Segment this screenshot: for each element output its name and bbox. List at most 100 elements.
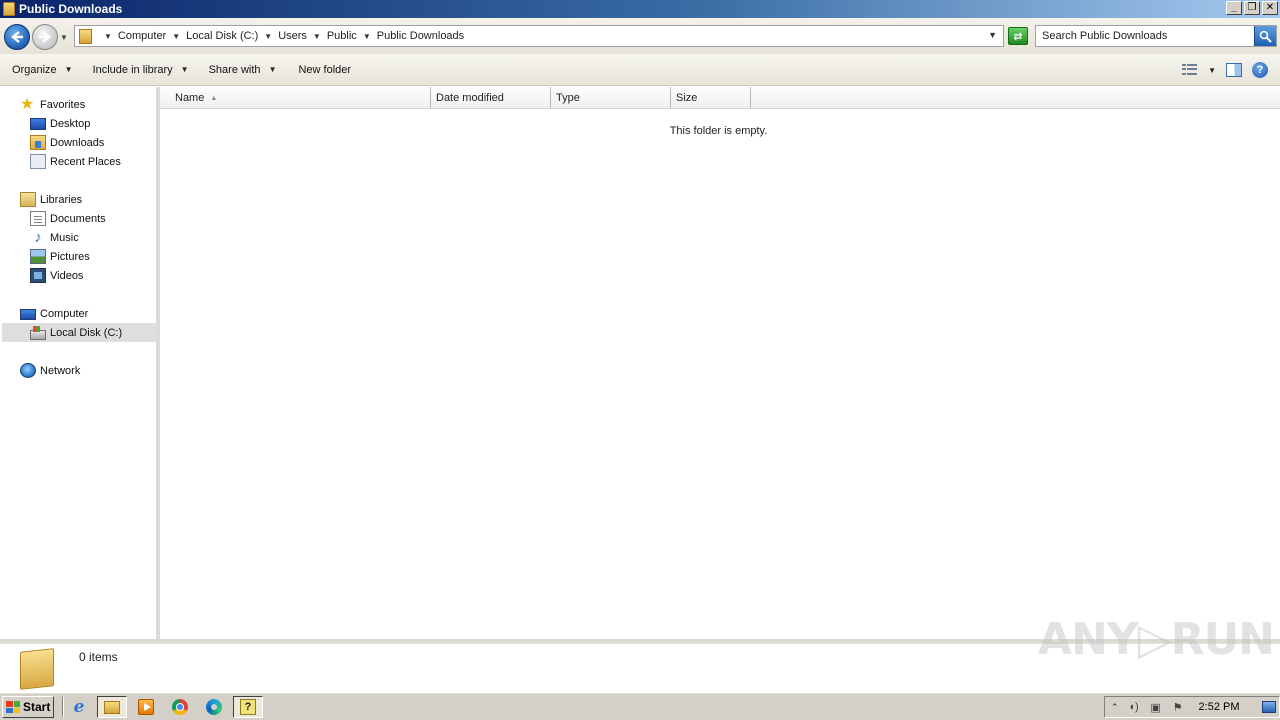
share-with-label: Share with [208, 63, 261, 76]
show-hidden-icons-icon[interactable]: ⌃ [1111, 702, 1119, 713]
back-button[interactable] [4, 24, 30, 50]
minimize-button[interactable]: _ [1226, 1, 1242, 15]
recent-pages-dropdown[interactable]: ▼ [60, 33, 68, 42]
watermark-logo: ANY▷RUN [1038, 614, 1275, 665]
window-title: Public Downloads [19, 2, 123, 16]
libraries-icon [20, 192, 36, 207]
breadcrumb: ▼ Computer ▼ Local Disk (C:) ▼ Users ▼ P… [98, 30, 464, 42]
nav-item-documents[interactable]: Documents [30, 209, 106, 228]
nav-item-local-disk[interactable]: Local Disk (C:) [2, 323, 157, 342]
details-pane: 0 items ANY▷RUN [0, 614, 1280, 692]
media-player-icon[interactable] [131, 696, 161, 718]
chrome-icon[interactable] [165, 696, 195, 718]
clock[interactable]: 2:52 PM [1199, 701, 1240, 713]
item-count: 0 items [79, 650, 118, 664]
include-in-library-button[interactable]: Include in library ▼ [81, 64, 189, 76]
column-label: Type [556, 92, 580, 104]
include-in-library-label: Include in library [92, 63, 173, 76]
help-icon[interactable]: ? [1252, 62, 1268, 78]
chevron-down-icon: ▼ [268, 65, 277, 74]
search-box [1035, 25, 1277, 47]
column-header-date-modified[interactable]: Date modified [431, 87, 551, 109]
start-button[interactable]: Start [2, 696, 54, 718]
volume-icon[interactable]: ◖) [1127, 700, 1141, 714]
show-desktop-icon[interactable] [1262, 701, 1276, 713]
sort-ascending-icon: ▲ [210, 94, 218, 102]
desktop-icon [30, 118, 46, 130]
star-icon: ★ [20, 96, 35, 113]
search-icon [1259, 30, 1272, 43]
column-header-size[interactable]: Size [671, 87, 751, 109]
breadcrumb-users[interactable]: Users [278, 30, 307, 42]
forward-button[interactable] [32, 24, 58, 50]
navigation-bar: ▼ ▼ Computer ▼ Local Disk (C:) ▼ Users ▼… [0, 18, 1280, 54]
windows-logo-icon [6, 701, 20, 713]
breadcrumb-public-downloads[interactable]: Public Downloads [377, 30, 464, 42]
chevron-down-icon: ▼ [64, 65, 73, 74]
help-icon[interactable]: ? [233, 696, 263, 718]
chevron-down-icon[interactable]: ▼ [172, 32, 180, 41]
breadcrumb-local-disk[interactable]: Local Disk (C:) [186, 30, 258, 42]
column-header-name[interactable]: Name ▲ [160, 87, 431, 109]
nav-item-pictures[interactable]: Pictures [30, 247, 90, 266]
internet-explorer-icon[interactable]: e [64, 696, 94, 718]
organize-button[interactable]: Organize ▼ [0, 64, 73, 76]
edge-icon[interactable] [199, 696, 229, 718]
nav-computer[interactable]: Computer [20, 304, 88, 323]
folder-icon [3, 2, 15, 16]
nav-label: Favorites [40, 98, 86, 111]
chevron-down-icon[interactable]: ▼ [1208, 66, 1216, 75]
start-label: Start [23, 700, 51, 714]
restore-button[interactable]: ❐ [1244, 1, 1260, 15]
refresh-button[interactable]: ⇄ [1008, 27, 1028, 45]
nav-item-videos[interactable]: Videos [30, 266, 83, 285]
nav-favorites[interactable]: ★ Favorites [20, 95, 85, 114]
new-folder-button[interactable]: New folder [286, 64, 351, 76]
nav-libraries[interactable]: Libraries [20, 190, 82, 209]
column-header-type[interactable]: Type [551, 87, 671, 109]
nav-label: Downloads [50, 136, 105, 149]
address-bar[interactable]: ▼ Computer ▼ Local Disk (C:) ▼ Users ▼ P… [74, 25, 1004, 47]
organize-label: Organize [12, 63, 57, 76]
nav-label: Recent Places [50, 155, 121, 168]
nav-item-downloads[interactable]: Downloads [30, 133, 104, 152]
arrow-right-icon [39, 31, 51, 43]
chevron-down-icon[interactable]: ▼ [363, 32, 371, 41]
windows-explorer-icon[interactable] [97, 696, 127, 718]
breadcrumb-computer[interactable]: Computer [118, 30, 166, 42]
preview-pane-icon[interactable] [1226, 63, 1242, 77]
column-header-row: Name ▲ Date modified Type Size [160, 87, 1280, 109]
network-tray-icon[interactable]: ▣ [1149, 700, 1163, 714]
videos-icon [30, 268, 46, 283]
chevron-down-icon[interactable]: ▼ [313, 32, 321, 41]
view-controls: ▼ ? [1182, 62, 1268, 78]
search-button[interactable] [1254, 26, 1276, 46]
close-button[interactable]: ✕ [1262, 1, 1278, 15]
nav-item-desktop[interactable]: Desktop [30, 114, 90, 133]
nav-network[interactable]: Network [20, 361, 80, 380]
change-view-icon[interactable] [1182, 64, 1198, 76]
nav-item-recent-places[interactable]: Recent Places [30, 152, 121, 171]
address-history-dropdown[interactable]: ▼ [988, 30, 997, 40]
nav-label: Local Disk (C:) [50, 326, 123, 339]
navigation-pane: ★ Favorites Desktop Downloads Recent Pla… [0, 87, 157, 639]
file-list[interactable]: Name ▲ Date modified Type Size This fold… [160, 87, 1280, 639]
nav-label: Network [40, 364, 81, 377]
nav-label: Desktop [50, 117, 91, 130]
nav-item-music[interactable]: ♪ Music [30, 228, 78, 247]
downloads-icon [30, 135, 46, 150]
action-center-flag-icon[interactable]: ⚑ [1171, 700, 1185, 714]
breadcrumb-public[interactable]: Public [327, 30, 357, 42]
nav-label: Documents [50, 212, 106, 225]
chevron-down-icon[interactable]: ▼ [264, 32, 272, 41]
nav-label: Videos [50, 269, 84, 282]
taskbar: Start e ? ⌃ ◖) ▣ ⚑ 2:52 PM [0, 692, 1280, 720]
folder-icon [20, 648, 54, 690]
search-input[interactable] [1036, 27, 1250, 45]
window-controls: _ ❐ ✕ [1226, 1, 1278, 15]
pictures-icon [30, 249, 46, 264]
nav-label: Pictures [50, 250, 90, 263]
chevron-down-icon[interactable]: ▼ [104, 32, 112, 41]
command-bar: Organize ▼ Include in library ▼ Share wi… [0, 54, 1280, 86]
share-with-button[interactable]: Share with ▼ [197, 64, 277, 76]
